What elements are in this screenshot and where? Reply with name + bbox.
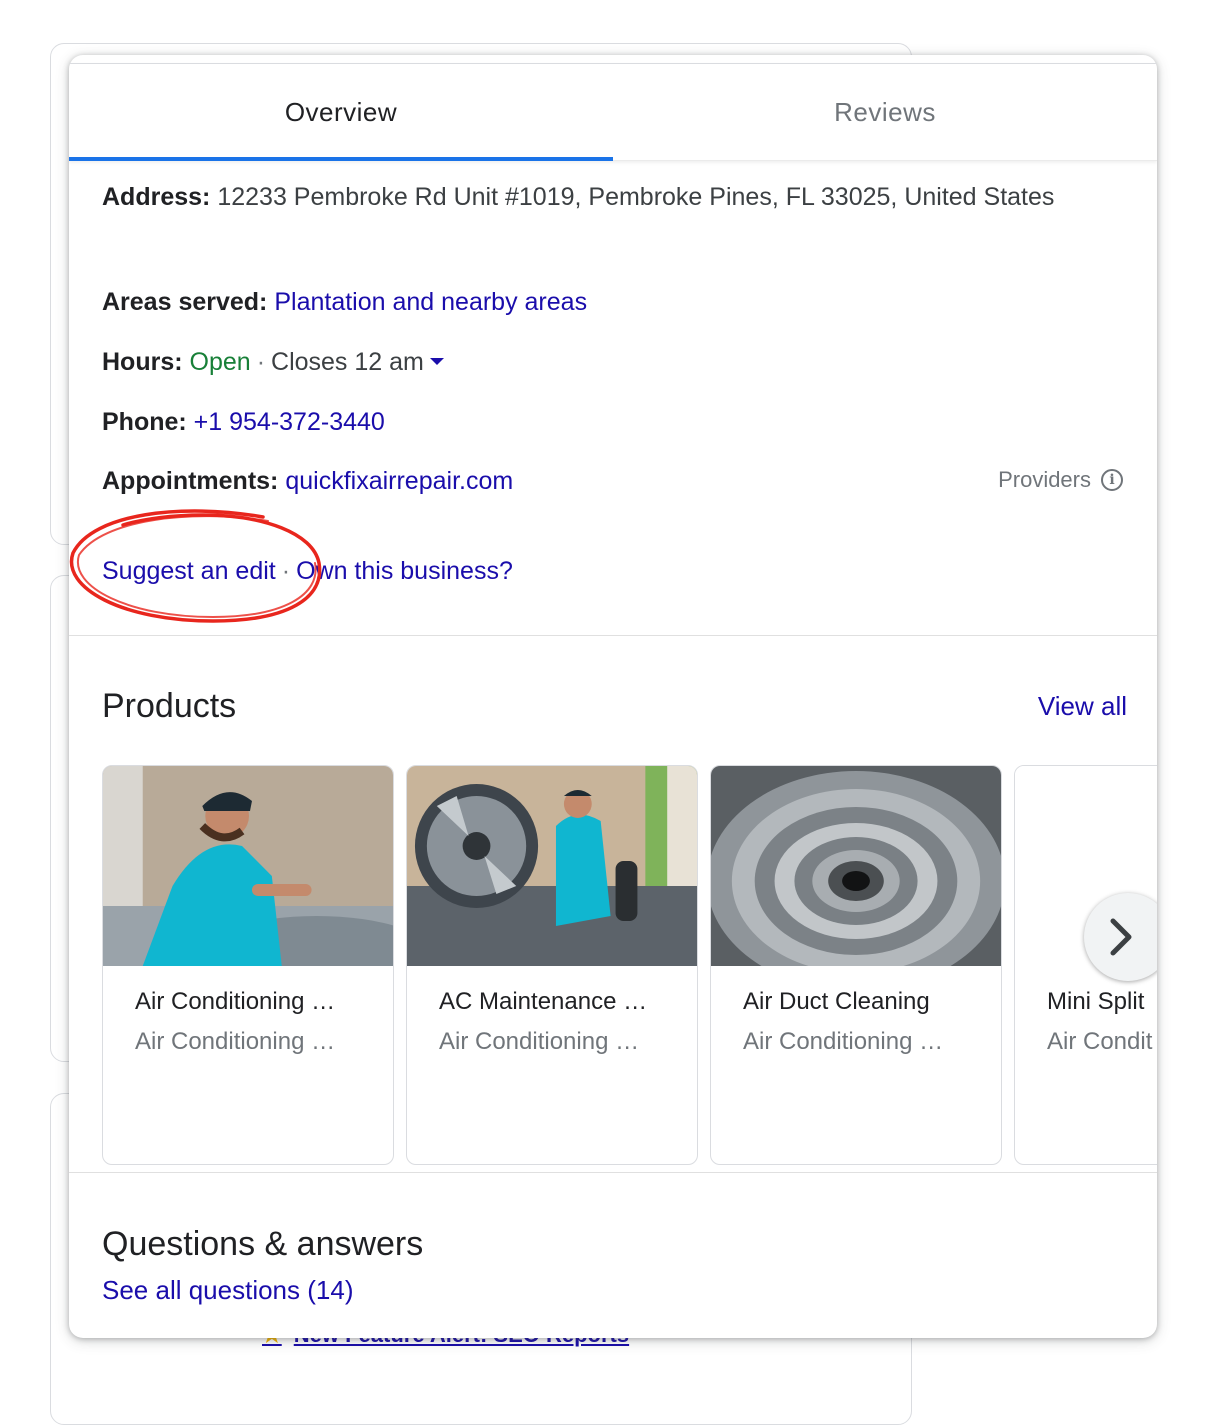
phone-row: Phone: +1 954-372-3440 (102, 400, 1127, 444)
red-circle-annotation (69, 509, 322, 623)
divider (69, 1172, 1157, 1173)
areas-link[interactable]: Plantation and nearby areas (274, 288, 587, 316)
tab-bar: Overview Reviews (69, 63, 1157, 161)
hours-close[interactable]: Closes 12 am (271, 348, 424, 376)
providers-label: Providers (998, 467, 1091, 492)
product-subtitle: Air Conditioning … (439, 1028, 640, 1055)
product-card[interactable]: Air Duct Cleaning Air Conditioning … (710, 765, 1002, 1165)
appointments-label: Appointments: (102, 467, 279, 495)
providers-button[interactable]: Providers i (998, 467, 1123, 493)
hours-separator: · (256, 348, 266, 376)
appointments-row: Appointments: quickfixairrepair.com (102, 459, 1127, 503)
see-all-questions-link[interactable]: See all questions (14) (102, 1275, 353, 1306)
product-title: Air Duct Cleaning (743, 988, 930, 1015)
chevron-down-icon[interactable] (429, 357, 444, 365)
areas-row: Areas served: Plantation and nearby area… (102, 280, 1127, 324)
address-value: 12233 Pembroke Rd Unit #1019, Pembroke P… (217, 183, 1055, 211)
chevron-right-icon (1110, 918, 1132, 956)
product-title: Air Conditioning … (135, 988, 336, 1015)
product-image-air-duct (711, 766, 1001, 991)
product-subtitle: Air Conditioning … (743, 1028, 944, 1055)
product-subtitle: Air Condit (1047, 1028, 1153, 1055)
product-card[interactable]: AC Maintenance … Air Conditioning … (406, 765, 698, 1165)
product-image-technician (103, 766, 393, 996)
product-card[interactable]: Air Conditioning … Air Conditioning … (102, 765, 394, 1165)
product-subtitle: Air Conditioning … (135, 1028, 336, 1055)
info-icon: i (1101, 469, 1123, 491)
phone-link[interactable]: +1 954-372-3440 (194, 408, 385, 436)
business-panel: Overview Reviews Address: 12233 Pembroke… (69, 55, 1157, 1338)
tab-reviews[interactable]: Reviews (613, 64, 1157, 160)
product-title: Mini Split (1047, 988, 1145, 1015)
product-title: AC Maintenance … (439, 988, 648, 1015)
phone-label: Phone: (102, 408, 187, 436)
products-heading: Products (102, 687, 237, 725)
tab-overview[interactable]: Overview (69, 64, 613, 161)
hours-row: Hours: Open · Closes 12 am (102, 340, 1127, 384)
view-all-products-link[interactable]: View all (1038, 691, 1127, 722)
address-row: Address: 12233 Pembroke Rd Unit #1019, P… (102, 175, 1127, 219)
appointments-link[interactable]: quickfixairrepair.com (285, 467, 513, 495)
address-label: Address: (102, 183, 211, 211)
hours-status: Open (189, 348, 251, 376)
product-image-ac-unit (407, 766, 697, 966)
hours-label: Hours: (102, 348, 183, 376)
divider (69, 635, 1157, 636)
areas-label: Areas served: (102, 288, 268, 316)
qa-heading: Questions & answers (102, 1225, 424, 1263)
